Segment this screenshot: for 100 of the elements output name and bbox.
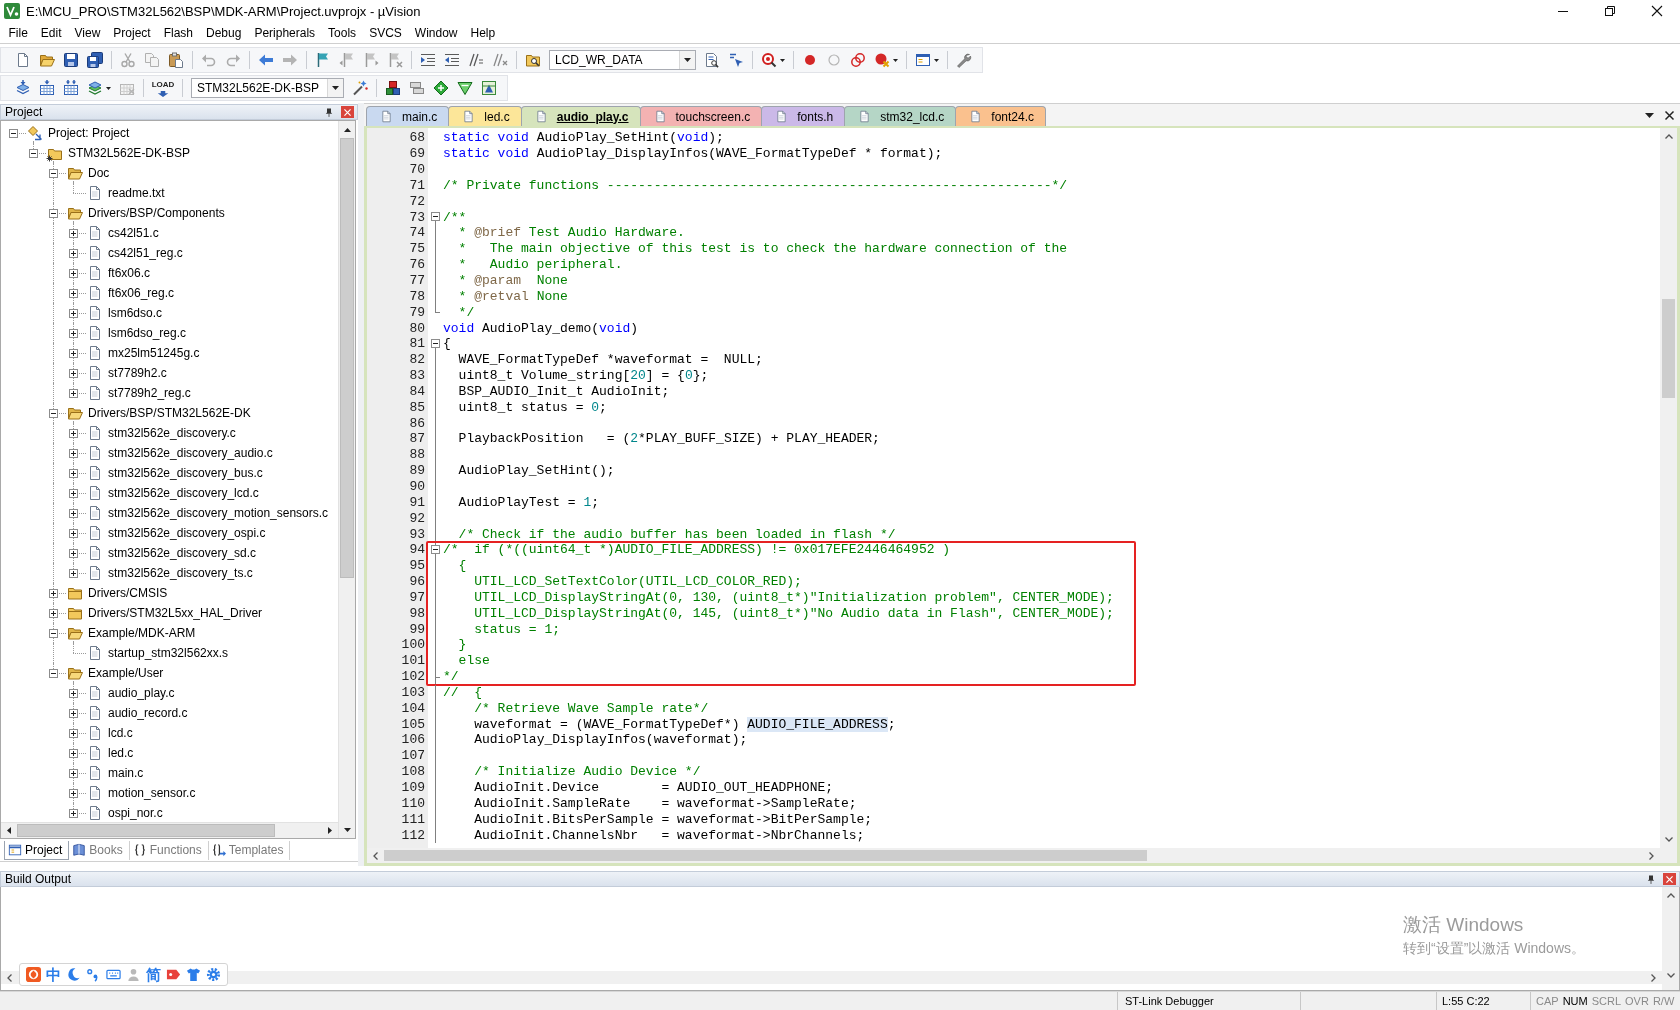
expand-icon[interactable]	[69, 368, 78, 378]
tree-item[interactable]: stm32l562e_discovery_bus.c	[108, 466, 263, 480]
collapse-icon[interactable]	[431, 212, 440, 222]
grid-arrow-icon[interactable]	[39, 80, 55, 96]
panel-tab[interactable]: Project	[4, 840, 70, 860]
menu-item[interactable]: Window	[408, 25, 464, 40]
keyboard-icon[interactable]	[106, 967, 121, 982]
menu-item[interactable]: Help	[464, 25, 502, 40]
tree-item[interactable]: st7789h2.c	[108, 366, 167, 380]
expand-icon[interactable]	[69, 508, 78, 518]
tree-item[interactable]: main.c	[108, 766, 144, 780]
expand-icon[interactable]	[69, 728, 78, 738]
caret-icon[interactable]	[934, 58, 939, 62]
horizontal-scrollbar[interactable]	[1, 822, 338, 838]
expand-icon[interactable]	[69, 448, 78, 458]
collapse-icon[interactable]	[49, 408, 58, 418]
expand-icon[interactable]	[69, 388, 78, 398]
tree-item[interactable]: lsm6dso.c	[108, 306, 163, 320]
tree-item[interactable]: ft6x06_reg.c	[108, 286, 175, 300]
tree-item[interactable]: stm32l562e_discovery_lcd.c	[108, 486, 259, 500]
tag-icon[interactable]	[166, 967, 181, 982]
tree-item[interactable]: stm32l562e_discovery_ospi.c	[108, 526, 266, 540]
tree-item[interactable]: ospi_nor.c	[108, 806, 163, 820]
new-file-icon[interactable]	[15, 52, 31, 68]
expand-icon[interactable]	[69, 528, 78, 538]
panel-tab[interactable]: Templates	[208, 840, 291, 860]
tree-item[interactable]: stm32l562e_discovery_audio.c	[108, 446, 273, 460]
magic-wand-icon[interactable]	[352, 80, 368, 96]
tree-item[interactable]: Example/MDK-ARM	[88, 626, 196, 640]
flag-left-arrow-icon[interactable]	[339, 52, 355, 68]
dropdown-button[interactable]	[679, 51, 695, 69]
tree-item[interactable]: startup_stm32l562xx.s	[108, 646, 229, 660]
expand-icon[interactable]	[69, 268, 78, 278]
tree-item[interactable]: Drivers/STM32L5xx_HAL_Driver	[88, 606, 263, 620]
colored-blocks-icon[interactable]	[385, 80, 401, 96]
expand-icon[interactable]	[69, 768, 78, 778]
expand-icon[interactable]	[69, 788, 78, 798]
close-icon[interactable]	[1665, 111, 1674, 120]
indent-icon[interactable]	[420, 52, 436, 68]
expand-icon[interactable]	[69, 228, 78, 238]
circle-cross-icon[interactable]	[874, 52, 890, 68]
layers-arrow-icon[interactable]	[15, 80, 31, 96]
expand-icon[interactable]	[69, 808, 78, 818]
tree-item[interactable]: Example/User	[88, 666, 164, 680]
collapse-icon[interactable]	[431, 544, 440, 554]
paste-icon[interactable]	[168, 52, 184, 68]
expand-icon[interactable]	[69, 688, 78, 698]
tree-item[interactable]: Doc	[88, 166, 110, 180]
pin-icon[interactable]	[1647, 874, 1655, 884]
folder-search-icon[interactable]	[525, 52, 541, 68]
save-icon[interactable]	[63, 52, 79, 68]
flag-right-arrow-icon[interactable]	[363, 52, 379, 68]
menu-item[interactable]: Flash	[157, 25, 200, 40]
collapse-icon[interactable]	[49, 628, 58, 638]
load-button[interactable]: LOAD	[150, 77, 176, 99]
tree-item[interactable]: cs42l51_reg.c	[108, 246, 183, 260]
scrollbar-thumb[interactable]	[340, 138, 354, 578]
tree-item[interactable]: mx25lm51245g.c	[108, 346, 200, 360]
document-search-icon[interactable]	[704, 52, 720, 68]
menu-item[interactable]: Edit	[34, 25, 69, 40]
open-folder-icon[interactable]	[39, 52, 55, 68]
editor-tab[interactable]: led.c	[448, 106, 522, 126]
close-button[interactable]	[1663, 873, 1676, 885]
expand-icon[interactable]	[49, 588, 58, 598]
find-combobox[interactable]: LCD_WR_DATA	[549, 50, 696, 70]
back-arrow-icon[interactable]	[258, 52, 274, 68]
shirt-icon[interactable]	[186, 967, 201, 982]
panel-tab[interactable]: Functions	[129, 840, 209, 860]
flag-icon[interactable]	[315, 52, 331, 68]
tree-item[interactable]: motion_sensor.c	[108, 786, 196, 800]
expand-icon[interactable]	[69, 748, 78, 758]
caret-icon[interactable]	[1645, 113, 1654, 118]
menu-item[interactable]: Project	[106, 25, 158, 40]
scrollbar-thumb[interactable]	[17, 824, 275, 837]
menu-item[interactable]: SVCS	[362, 25, 409, 40]
dropdown-button[interactable]	[327, 79, 343, 97]
close-button[interactable]	[341, 106, 354, 118]
collapse-icon[interactable]	[49, 168, 58, 178]
wrench-icon[interactable]	[956, 52, 972, 68]
settings-icon[interactable]	[206, 967, 221, 982]
double-ring-icon[interactable]	[850, 52, 866, 68]
horizontal-scrollbar[interactable]	[367, 848, 1677, 863]
collapse-icon[interactable]	[49, 668, 58, 678]
logo-icon[interactable]	[26, 967, 41, 982]
tree-item[interactable]: readme.txt	[108, 186, 165, 200]
collapse-icon[interactable]	[431, 338, 440, 348]
collapse-icon[interactable]	[49, 208, 58, 218]
flag-cross-icon[interactable]	[387, 52, 403, 68]
expand-icon[interactable]	[69, 548, 78, 558]
target-combobox[interactable]: STM32L562E-DK-BSP	[191, 78, 344, 98]
tree-item[interactable]: lsm6dso_reg.c	[108, 326, 187, 340]
editor-tab[interactable]: touchscreen.c	[639, 106, 763, 126]
tree-item[interactable]: STM32L562E-DK-BSP	[68, 146, 191, 160]
expand-icon[interactable]	[69, 248, 78, 258]
expand-icon[interactable]	[69, 568, 78, 578]
caret-icon[interactable]	[106, 86, 111, 90]
expand-icon[interactable]	[69, 428, 78, 438]
tree-item[interactable]: stm32l562e_discovery_motion_sensors.c	[108, 506, 329, 520]
window-list-icon[interactable]	[915, 52, 931, 68]
tree-item[interactable]: audio_record.c	[108, 706, 188, 720]
